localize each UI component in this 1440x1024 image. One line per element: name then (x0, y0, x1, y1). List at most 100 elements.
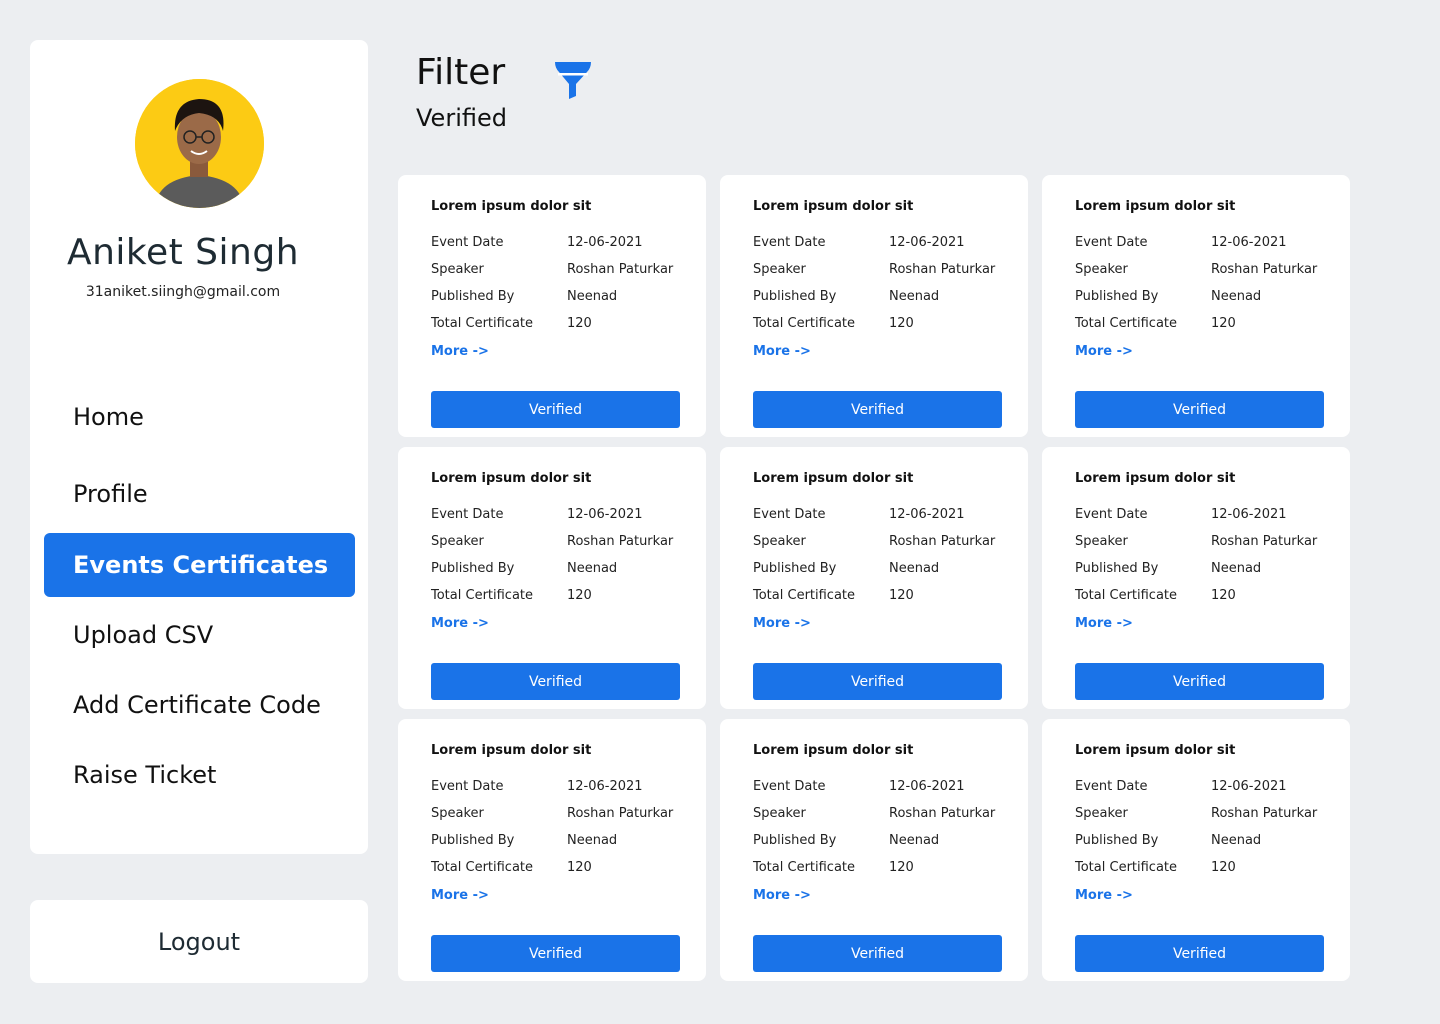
total-certificate-label: Total Certificate (753, 588, 856, 603)
verified-button[interactable]: Verified (753, 663, 1002, 700)
funnel-icon[interactable] (554, 60, 592, 100)
total-certificate-row: Total Certificate 120 (753, 588, 914, 603)
total-certificate-value: 120 (889, 860, 914, 875)
total-certificate-label: Total Certificate (431, 860, 534, 875)
verified-button[interactable]: Verified (431, 391, 680, 428)
total-certificate-row: Total Certificate 120 (431, 860, 592, 875)
sidebar: Aniket Singh 31aniket.siingh@gmail.com H… (30, 40, 368, 854)
speaker-value: Roshan Paturkar (567, 262, 674, 277)
total-certificate-value: 120 (567, 588, 592, 603)
speaker-row: Speaker Roshan Paturkar (431, 806, 673, 821)
nav-item-raise-ticket[interactable]: Raise Ticket (44, 743, 355, 807)
published-by-value: Neenad (567, 561, 618, 576)
speaker-label: Speaker (1075, 262, 1128, 277)
published-by-label: Published By (1075, 561, 1159, 576)
total-certificate-row: Total Certificate 120 (1075, 860, 1236, 875)
event-date-row: Event Date 12-06-2021 (753, 779, 965, 794)
card-title: Lorem ipsum dolor sit (431, 199, 592, 214)
nav-item-add-certificate-code[interactable]: Add Certificate Code (44, 673, 355, 737)
event-date-row: Event Date 12-06-2021 (1075, 235, 1287, 250)
avatar[interactable] (135, 79, 264, 208)
speaker-value: Roshan Paturkar (1211, 262, 1318, 277)
event-date-value: 12-06-2021 (889, 779, 965, 794)
speaker-label: Speaker (1075, 534, 1128, 549)
published-by-label: Published By (431, 289, 515, 304)
event-date-row: Event Date 12-06-2021 (431, 235, 643, 250)
more-link[interactable]: More -> (753, 888, 811, 903)
total-certificate-label: Total Certificate (1075, 860, 1178, 875)
published-by-value: Neenad (1211, 561, 1262, 576)
more-link[interactable]: More -> (1075, 344, 1133, 359)
published-by-value: Neenad (1211, 833, 1262, 848)
nav-item-events-certificates[interactable]: Events Certificates (44, 533, 355, 597)
verified-button[interactable]: Verified (753, 391, 1002, 428)
more-link[interactable]: More -> (431, 344, 489, 359)
more-link[interactable]: More -> (1075, 888, 1133, 903)
speaker-row: Speaker Roshan Paturkar (753, 806, 995, 821)
total-certificate-label: Total Certificate (431, 588, 534, 603)
more-link[interactable]: More -> (753, 344, 811, 359)
certificate-card: Lorem ipsum dolor sit Event Date 12-06-20… (1042, 175, 1350, 437)
verified-button[interactable]: Verified (753, 935, 1002, 972)
verified-button[interactable]: Verified (1075, 935, 1324, 972)
event-date-row: Event Date 12-06-2021 (431, 507, 643, 522)
published-by-row: Published By Neenad (431, 289, 617, 304)
event-date-label: Event Date (431, 235, 504, 250)
speaker-value: Roshan Paturkar (1211, 806, 1318, 821)
speaker-row: Speaker Roshan Paturkar (753, 534, 995, 549)
logout-button[interactable]: Logout (30, 900, 368, 983)
nav-item-upload-csv[interactable]: Upload CSV (44, 603, 355, 667)
total-certificate-row: Total Certificate 120 (1075, 316, 1236, 331)
speaker-value: Roshan Paturkar (889, 806, 996, 821)
total-certificate-value: 120 (567, 316, 592, 331)
nav-item-profile[interactable]: Profile (44, 462, 355, 526)
speaker-row: Speaker Roshan Paturkar (1075, 534, 1317, 549)
event-date-label: Event Date (753, 779, 826, 794)
speaker-value: Roshan Paturkar (889, 534, 996, 549)
event-date-value: 12-06-2021 (1211, 779, 1287, 794)
certificate-card: Lorem ipsum dolor sit Event Date 12-06-20… (720, 447, 1028, 709)
speaker-row: Speaker Roshan Paturkar (431, 262, 673, 277)
more-link[interactable]: More -> (431, 888, 489, 903)
total-certificate-value: 120 (567, 860, 592, 875)
more-link[interactable]: More -> (1075, 616, 1133, 631)
more-link[interactable]: More -> (753, 616, 811, 631)
certificate-card: Lorem ipsum dolor sit Event Date 12-06-20… (720, 175, 1028, 437)
total-certificate-row: Total Certificate 120 (753, 316, 914, 331)
published-by-row: Published By Neenad (753, 561, 939, 576)
published-by-value: Neenad (889, 833, 940, 848)
event-date-value: 12-06-2021 (1211, 235, 1287, 250)
verified-button[interactable]: Verified (431, 935, 680, 972)
user-photo-icon (135, 79, 264, 208)
verified-button[interactable]: Verified (431, 663, 680, 700)
event-date-value: 12-06-2021 (567, 507, 643, 522)
total-certificate-value: 120 (1211, 316, 1236, 331)
verified-button[interactable]: Verified (1075, 391, 1324, 428)
speaker-row: Speaker Roshan Paturkar (431, 534, 673, 549)
event-date-label: Event Date (431, 507, 504, 522)
card-title: Lorem ipsum dolor sit (1075, 471, 1236, 486)
published-by-label: Published By (753, 289, 837, 304)
published-by-row: Published By Neenad (753, 833, 939, 848)
published-by-row: Published By Neenad (1075, 561, 1261, 576)
event-date-row: Event Date 12-06-2021 (431, 779, 643, 794)
total-certificate-value: 120 (1211, 588, 1236, 603)
speaker-value: Roshan Paturkar (889, 262, 996, 277)
total-certificate-row: Total Certificate 120 (431, 588, 592, 603)
event-date-label: Event Date (431, 779, 504, 794)
speaker-label: Speaker (1075, 806, 1128, 821)
card-title: Lorem ipsum dolor sit (753, 199, 914, 214)
verified-button[interactable]: Verified (1075, 663, 1324, 700)
published-by-label: Published By (753, 833, 837, 848)
published-by-label: Published By (431, 561, 515, 576)
event-date-label: Event Date (753, 235, 826, 250)
more-link[interactable]: More -> (431, 616, 489, 631)
published-by-row: Published By Neenad (1075, 289, 1261, 304)
total-certificate-row: Total Certificate 120 (753, 860, 914, 875)
event-date-label: Event Date (1075, 507, 1148, 522)
published-by-value: Neenad (1211, 289, 1262, 304)
total-certificate-row: Total Certificate 120 (1075, 588, 1236, 603)
filter-value: Verified (416, 104, 507, 132)
card-title: Lorem ipsum dolor sit (431, 471, 592, 486)
nav-item-home[interactable]: Home (44, 385, 355, 449)
